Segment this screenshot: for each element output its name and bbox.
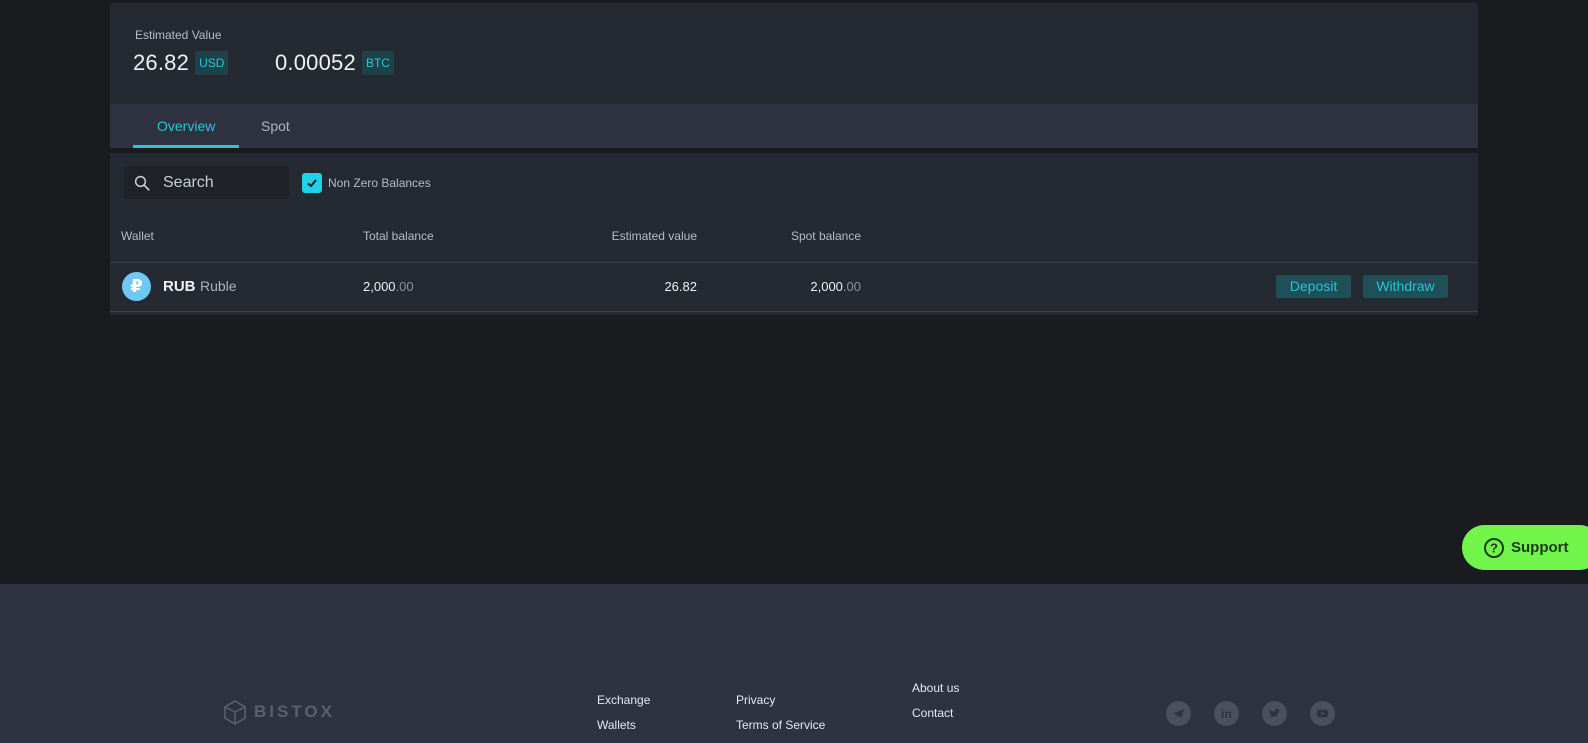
total-balance-decimals: .00 <box>395 279 414 294</box>
youtube-icon[interactable] <box>1310 701 1335 726</box>
usd-badge: USD <box>195 51 229 75</box>
usd-value: 26.82 <box>133 50 190 75</box>
total-balance: 2,000.00 <box>363 279 414 294</box>
twitter-icon[interactable] <box>1262 701 1287 726</box>
btc-value: 0.00052 <box>275 50 356 75</box>
spot-balance: 2,000.00 <box>810 279 861 294</box>
support-label: Support <box>1511 539 1569 556</box>
btc-badge: BTC <box>361 51 394 75</box>
search-box[interactable] <box>124 166 289 199</box>
search-icon <box>134 175 150 191</box>
btc-value-group: 0.00052 BTC <box>275 50 394 76</box>
footer-link-wallets[interactable]: Wallets <box>597 718 636 732</box>
wallet-tabs: Overview Spot <box>110 104 1478 148</box>
estimated-value-card: Estimated Value 26.82 USD 0.00052 BTC <box>110 3 1478 104</box>
footer: BISTOX Exchange Wallets Privacy Terms of… <box>0 584 1588 743</box>
balances-card: Non Zero Balances Wallet Total balance E… <box>110 153 1478 315</box>
coin-symbol: RUB <box>163 278 196 295</box>
total-balance-main: 2,000 <box>363 279 396 294</box>
support-button[interactable]: ? Support <box>1462 525 1588 570</box>
search-input[interactable] <box>161 172 275 193</box>
footer-link-contact[interactable]: Contact <box>912 706 953 720</box>
spot-balance-main: 2,000 <box>810 279 843 294</box>
footer-link-terms[interactable]: Terms of Service <box>736 718 825 732</box>
header-estimated-value: Estimated value <box>611 229 697 243</box>
spot-balance-decimals: .00 <box>842 279 861 294</box>
ruble-icon: ₽ <box>122 272 151 301</box>
footer-link-about[interactable]: About us <box>912 681 959 695</box>
question-circle-icon: ? <box>1484 537 1504 558</box>
tab-spot[interactable]: Spot <box>261 104 290 148</box>
header-spot-balance: Spot balance <box>790 229 861 243</box>
linkedin-icon[interactable]: in <box>1214 701 1239 726</box>
non-zero-label: Non Zero Balances <box>328 176 431 190</box>
estimated-value: 26.82 <box>664 279 697 294</box>
withdraw-button[interactable]: Withdraw <box>1363 275 1448 298</box>
coin-name: Ruble <box>200 278 237 294</box>
telegram-icon[interactable] <box>1166 701 1191 726</box>
footer-link-exchange[interactable]: Exchange <box>597 693 650 707</box>
bistox-logo-icon <box>224 700 246 725</box>
tab-overview[interactable]: Overview <box>132 104 240 148</box>
deposit-button[interactable]: Deposit <box>1276 275 1351 298</box>
footer-link-privacy[interactable]: Privacy <box>736 693 775 707</box>
estimated-value-label: Estimated Value <box>135 28 222 42</box>
table-row: ₽ RUB Ruble 2,000.00 26.82 2,000.00 Depo… <box>110 262 1478 312</box>
header-wallet: Wallet <box>121 229 154 243</box>
non-zero-checkbox[interactable] <box>302 173 322 193</box>
logo-text: BISTOX <box>254 702 335 721</box>
non-zero-balances-toggle[interactable]: Non Zero Balances <box>302 173 431 193</box>
checkmark-icon <box>307 179 317 188</box>
footer-logo[interactable]: BISTOX <box>222 699 335 725</box>
svg-text:?: ? <box>1490 540 1498 555</box>
usd-value-group: 26.82 USD <box>133 50 229 76</box>
header-total-balance: Total balance <box>363 229 434 243</box>
